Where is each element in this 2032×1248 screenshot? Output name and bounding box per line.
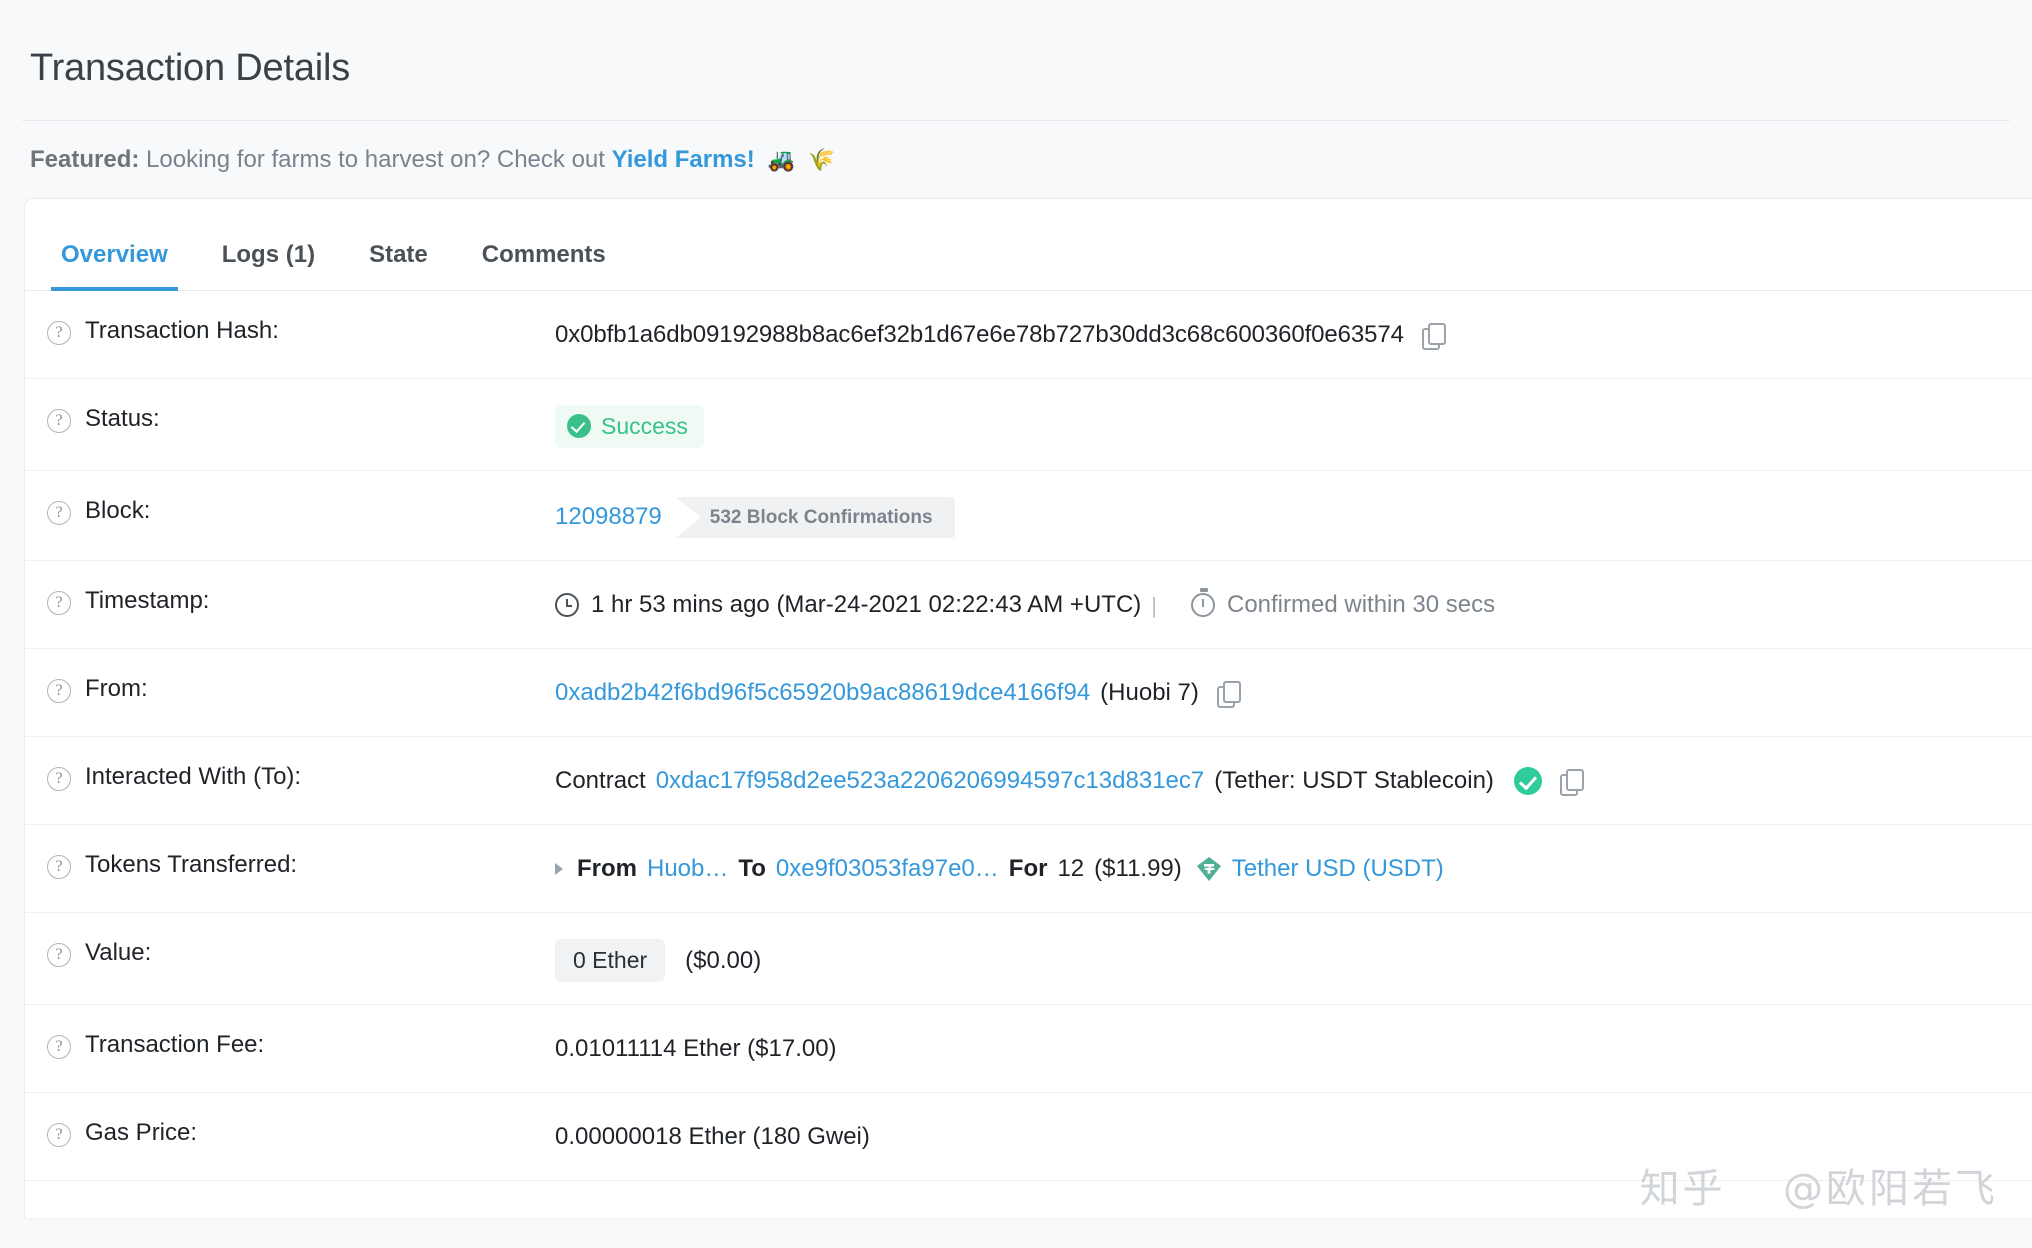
label-text: Timestamp: [85, 587, 210, 615]
token-to-word: To [738, 855, 766, 883]
page-title: Transaction Details [30, 47, 351, 90]
label-status: ? Status: [25, 405, 555, 433]
rice-sheaf-icon: 🌾 [807, 147, 835, 173]
help-icon[interactable]: ? [47, 1035, 71, 1060]
value-transaction-hash: 0x0bfb1a6db09192988b8ac6ef32b1d67e6e78b7… [555, 317, 2032, 353]
clock-icon [555, 593, 579, 618]
label-gas-price: ? Gas Price: [25, 1119, 555, 1148]
featured-text: Looking for farms to harvest on? Check o… [146, 146, 605, 174]
value-from: 0xadb2b42f6bd96f5c65920b9ac88619dce4166f… [555, 675, 2032, 711]
token-amount: 12 [1057, 855, 1085, 883]
value-usd: ($0.00) [685, 946, 762, 974]
token-from-link[interactable]: Huob… [647, 854, 728, 884]
token-for-word: For [1008, 855, 1048, 883]
row-transaction-hash: ? Transaction Hash: 0x0bfb1a6db09192988b… [25, 291, 2032, 379]
featured-banner: Featured: Looking for farms to harvest o… [0, 121, 2032, 197]
row-interacted-with: ? Interacted With (To): Contract 0xdac17… [25, 737, 2032, 826]
help-icon[interactable]: ? [47, 500, 71, 525]
transaction-card: Overview Logs (1) State Comments ? Trans… [24, 197, 2032, 1218]
row-block: ? Block: 12098879 532 Block Confirmation… [25, 471, 2032, 562]
tab-state[interactable]: State [359, 241, 438, 291]
help-icon[interactable]: ? [47, 943, 71, 968]
details-list: ? Transaction Hash: 0x0bfb1a6db09192988b… [25, 291, 2032, 1182]
check-circle-icon [567, 414, 591, 439]
value-status: Success [555, 404, 2032, 448]
label-transaction-fee: ? Transaction Fee: [25, 1031, 555, 1060]
token-name-link[interactable]: Tether USD (USDT) [1232, 854, 1444, 884]
label-text: Tokens Transferred: [85, 851, 298, 879]
label-tokens-transferred: ? Tokens Transferred: [25, 851, 555, 880]
status-badge: Success [555, 404, 704, 448]
contract-tag: (Tether: USDT Stablecoin) [1214, 767, 1494, 795]
expand-caret-icon[interactable] [555, 863, 563, 876]
stopwatch-icon [1190, 588, 1215, 618]
contract-prefix: Contract [555, 767, 646, 795]
token-to-link[interactable]: 0xe9f03053fa97e0… [776, 854, 999, 884]
block-confirmations-chip: 532 Block Confirmations [675, 496, 955, 539]
label-text: Interacted With (To): [85, 763, 302, 791]
label-transaction-hash: ? Transaction Hash: [25, 317, 555, 345]
label-text: From: [85, 675, 148, 703]
yield-farms-link[interactable]: Yield Farms! [612, 146, 755, 173]
value-transaction-fee: 0.01011114 Ether ($17.00) [555, 1035, 837, 1063]
ether-value-pill: 0 Ether [555, 939, 666, 983]
block-number-link[interactable]: 12098879 [555, 502, 662, 532]
token-usd-value: ($11.99) [1094, 855, 1182, 883]
tab-overview[interactable]: Overview [51, 241, 178, 291]
tractor-icon: 🚜 [767, 147, 795, 173]
timestamp-text: 1 hr 53 mins ago (Mar-24-2021 02:22:43 A… [591, 591, 1142, 619]
transaction-hash-text: 0x0bfb1a6db09192988b8ac6ef32b1d67e6e78b7… [555, 320, 1404, 348]
label-text: Gas Price: [85, 1119, 198, 1147]
label-block: ? Block: [25, 497, 555, 525]
row-tokens-transferred: ? Tokens Transferred: From Huob… To 0xe9… [25, 825, 2032, 914]
help-icon[interactable]: ? [47, 408, 71, 433]
value-value: 0 Ether ($0.00) [555, 939, 2032, 983]
label-timestamp: ? Timestamp: [25, 587, 555, 616]
label-text: Transaction Hash: [85, 316, 279, 344]
row-timestamp: ? Timestamp: 1 hr 53 mins ago (Mar-24-20… [25, 561, 2032, 650]
value-block: 12098879 532 Block Confirmations [555, 496, 2032, 539]
verified-contract-icon [1513, 767, 1542, 796]
value-interacted-with: Contract 0xdac17f958d2ee523a220620699459… [555, 763, 2032, 799]
transaction-details-page: Transaction Details Featured: Looking fo… [0, 0, 2032, 1248]
label-value: ? Value: [25, 939, 555, 968]
label-text: Transaction Fee: [85, 1031, 265, 1059]
featured-label: Featured: [30, 146, 140, 174]
value-gas-price: 0.00000018 Ether (180 Gwei) [555, 1123, 870, 1151]
confirmed-within-text: Confirmed within 30 secs [1226, 591, 1496, 619]
help-icon[interactable]: ? [47, 591, 71, 616]
help-icon[interactable]: ? [47, 679, 71, 704]
tab-logs[interactable]: Logs (1) [212, 241, 325, 291]
help-icon[interactable]: ? [47, 1123, 71, 1148]
status-badge-label: Success [601, 412, 688, 439]
timestamp-separator: | [1151, 592, 1157, 618]
help-icon[interactable]: ? [47, 855, 71, 880]
copy-icon[interactable] [1216, 681, 1241, 709]
row-from: ? From: 0xadb2b42f6bd96f5c65920b9ac88619… [25, 649, 2032, 738]
row-transaction-fee: ? Transaction Fee: 0.01011114 Ether ($17… [25, 1005, 2032, 1094]
tab-comments[interactable]: Comments [472, 241, 616, 291]
from-address-link[interactable]: 0xadb2b42f6bd96f5c65920b9ac88619dce4166f… [555, 678, 1090, 708]
value-tokens-transferred: From Huob… To 0xe9f03053fa97e0… For 12 (… [555, 851, 2032, 887]
label-text: Value: [85, 939, 152, 967]
contract-address-link[interactable]: 0xdac17f958d2ee523a2206206994597c13d831e… [656, 766, 1205, 796]
label-from: ? From: [25, 675, 555, 704]
row-value: ? Value: 0 Ether ($0.00) [25, 913, 2032, 1006]
from-address-tag: (Huobi 7) [1100, 679, 1199, 707]
label-text: Block: [85, 496, 151, 524]
label-interacted-with: ? Interacted With (To): [25, 763, 555, 792]
watermark: 知乎 @欧阳若飞 [1640, 1156, 1998, 1214]
value-timestamp: 1 hr 53 mins ago (Mar-24-2021 02:22:43 A… [555, 587, 2032, 623]
token-from-word: From [577, 855, 637, 883]
help-icon[interactable]: ? [47, 767, 71, 792]
row-status: ? Status: Success [25, 379, 2032, 471]
tab-bar: Overview Logs (1) State Comments [25, 199, 2032, 291]
help-icon[interactable]: ? [47, 320, 71, 345]
watermark-site: 知乎 [1639, 1166, 1726, 1212]
copy-icon[interactable] [1421, 322, 1446, 350]
tether-token-icon [1196, 856, 1222, 882]
copy-icon[interactable] [1559, 769, 1584, 797]
watermark-user: @欧阳若飞 [1783, 1166, 1998, 1212]
label-text: Status: [85, 404, 160, 432]
